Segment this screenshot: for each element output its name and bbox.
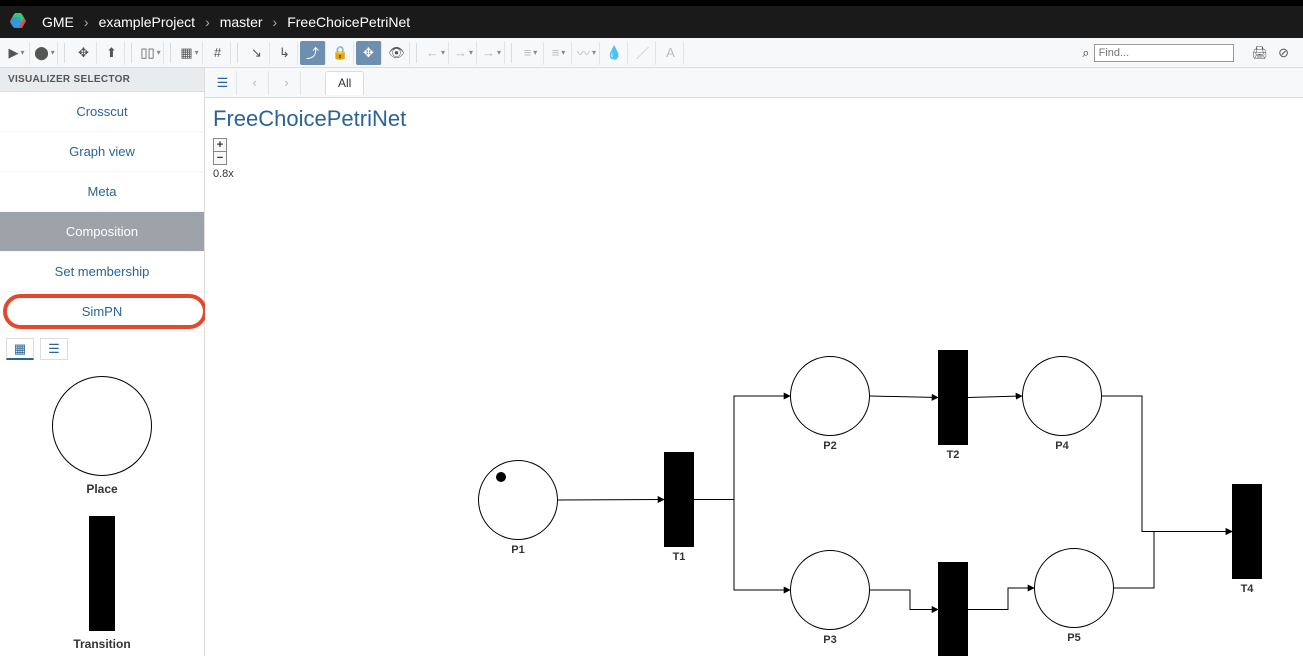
arrow-right2-button[interactable]: → [479, 41, 505, 65]
transition-label-t2: T2 [947, 449, 960, 461]
token [496, 472, 506, 482]
find-input[interactable] [1094, 44, 1234, 62]
arc-P1-T1[interactable] [558, 500, 664, 501]
cancel-circle-icon[interactable]: ⊘ [1278, 45, 1289, 61]
arrow-orth-button[interactable]: ↳ [272, 41, 298, 65]
place-label-p5: P5 [1067, 632, 1080, 644]
visualizer-meta[interactable]: Meta [0, 172, 204, 212]
tab-all[interactable]: All [325, 71, 364, 95]
canvas-tabrow: ☰ ‹ › All [205, 68, 1303, 98]
upload-button[interactable]: ⬆ [99, 41, 125, 65]
breadcrumb-app[interactable]: GME [36, 14, 80, 30]
place-p4[interactable] [1022, 356, 1102, 436]
transition-t3[interactable] [938, 562, 968, 656]
nav-back-button[interactable]: ‹ [241, 71, 269, 95]
visualizer-selector-header: VISUALIZER SELECTOR [0, 68, 204, 92]
visualizer-set-membership[interactable]: Set membership [0, 252, 204, 292]
text-button[interactable]: A [658, 41, 684, 65]
parts-list-view-button[interactable]: ☰ [40, 338, 68, 360]
app-logo-icon [8, 12, 28, 32]
place-label: Place [86, 482, 117, 496]
parts-grid-view-button[interactable]: ▦ [6, 338, 34, 360]
place-p5[interactable] [1034, 548, 1114, 628]
arc-T1-P2[interactable] [694, 396, 790, 500]
place-p1[interactable] [478, 460, 558, 540]
move-tool-button[interactable]: ✥ [71, 41, 97, 65]
part-place[interactable]: Place [52, 376, 152, 496]
arc-P4-T4[interactable] [1102, 396, 1232, 532]
transition-label-t4: T4 [1241, 583, 1254, 595]
center-button[interactable]: ✥ [356, 41, 382, 65]
visualizer-simpn-label: SimPN [82, 304, 122, 319]
place-icon [52, 376, 152, 476]
transition-icon [89, 516, 115, 631]
transition-label-t1: T1 [673, 551, 686, 563]
part-browser: Place Transition [0, 370, 204, 651]
place-label-p1: P1 [511, 544, 524, 556]
route-mode-button[interactable]: ⤴ [300, 41, 326, 65]
tab-list-button[interactable]: ☰ [209, 71, 237, 95]
arc-P5-T4[interactable] [1114, 532, 1232, 589]
breadcrumb-branch[interactable]: master [214, 14, 269, 30]
wave-button[interactable]: 〰 [574, 41, 600, 65]
nav-forward-button[interactable]: › [273, 71, 301, 95]
place-p3[interactable] [790, 550, 870, 630]
place-p2[interactable] [790, 356, 870, 436]
place-label-p4: P4 [1055, 440, 1068, 452]
visualizer-composition[interactable]: Composition [0, 212, 204, 252]
play-button[interactable]: ▶ [4, 41, 30, 65]
arc-T2-P4[interactable] [968, 396, 1022, 398]
arrow-right-button[interactable]: → [451, 41, 477, 65]
main-toolbar: ▶ ⬤ ✥ ⬆ ▯▯ ▦ # ↘ ↳ ⤴ 🔒 ✥ 👁 ← → → ≡ ≡ 〰 💧… [0, 38, 1303, 68]
split-view-button[interactable]: ▯▯ [138, 41, 164, 65]
sidebar: VISUALIZER SELECTOR Crosscut Graph view … [0, 68, 205, 656]
petri-net: P1P2P3P4P5T1T2T3T4 [205, 98, 1303, 656]
chevron-right-icon: › [80, 14, 93, 30]
lock-button[interactable]: 🔒 [328, 41, 354, 65]
transition-t1[interactable] [664, 452, 694, 547]
place-label-p2: P2 [823, 440, 836, 452]
search-icon: ⌕ [1082, 45, 1089, 61]
breadcrumb-project[interactable]: exampleProject [93, 14, 202, 30]
visibility-button[interactable]: 👁 [384, 41, 410, 65]
grid-button[interactable]: ▦ [177, 41, 203, 65]
arc-P2-T2[interactable] [870, 396, 938, 398]
arc-P3-T3[interactable] [870, 590, 938, 610]
snap-button[interactable]: # [205, 41, 231, 65]
transition-label: Transition [73, 637, 130, 651]
chevron-right-icon: › [201, 14, 214, 30]
place-label-p3: P3 [823, 634, 836, 646]
breadcrumb: GME › exampleProject › master › FreeChoi… [0, 6, 1303, 38]
print-icon[interactable]: 🖨 [1252, 45, 1269, 61]
arrow-left-button[interactable]: ← [423, 41, 449, 65]
canvas[interactable]: FreeChoicePetriNet + − 0.8x P1P2P3P4P5T1… [205, 98, 1303, 656]
arrow-diag-button[interactable]: ↘ [244, 41, 270, 65]
transition-t2[interactable] [938, 350, 968, 445]
arcs-layer [205, 98, 1303, 656]
breadcrumb-node[interactable]: FreeChoicePetriNet [281, 14, 416, 30]
check-button[interactable]: ⬤ [32, 41, 58, 65]
visualizer-crosscut[interactable]: Crosscut [0, 92, 204, 132]
drop-button[interactable]: 💧 [602, 41, 628, 65]
chevron-right-icon: › [269, 14, 282, 30]
part-transition[interactable]: Transition [73, 516, 130, 651]
arc-T3-P5[interactable] [968, 588, 1034, 610]
lines-button[interactable]: ≡ [546, 41, 572, 65]
visualizer-graph-view[interactable]: Graph view [0, 132, 204, 172]
arc-T1-P3[interactable] [694, 500, 790, 591]
edit-line-button[interactable]: ／ [630, 41, 656, 65]
transition-t4[interactable] [1232, 484, 1262, 579]
sliders-button[interactable]: ≡ [518, 41, 544, 65]
visualizer-simpn[interactable]: SimPN [0, 292, 204, 332]
